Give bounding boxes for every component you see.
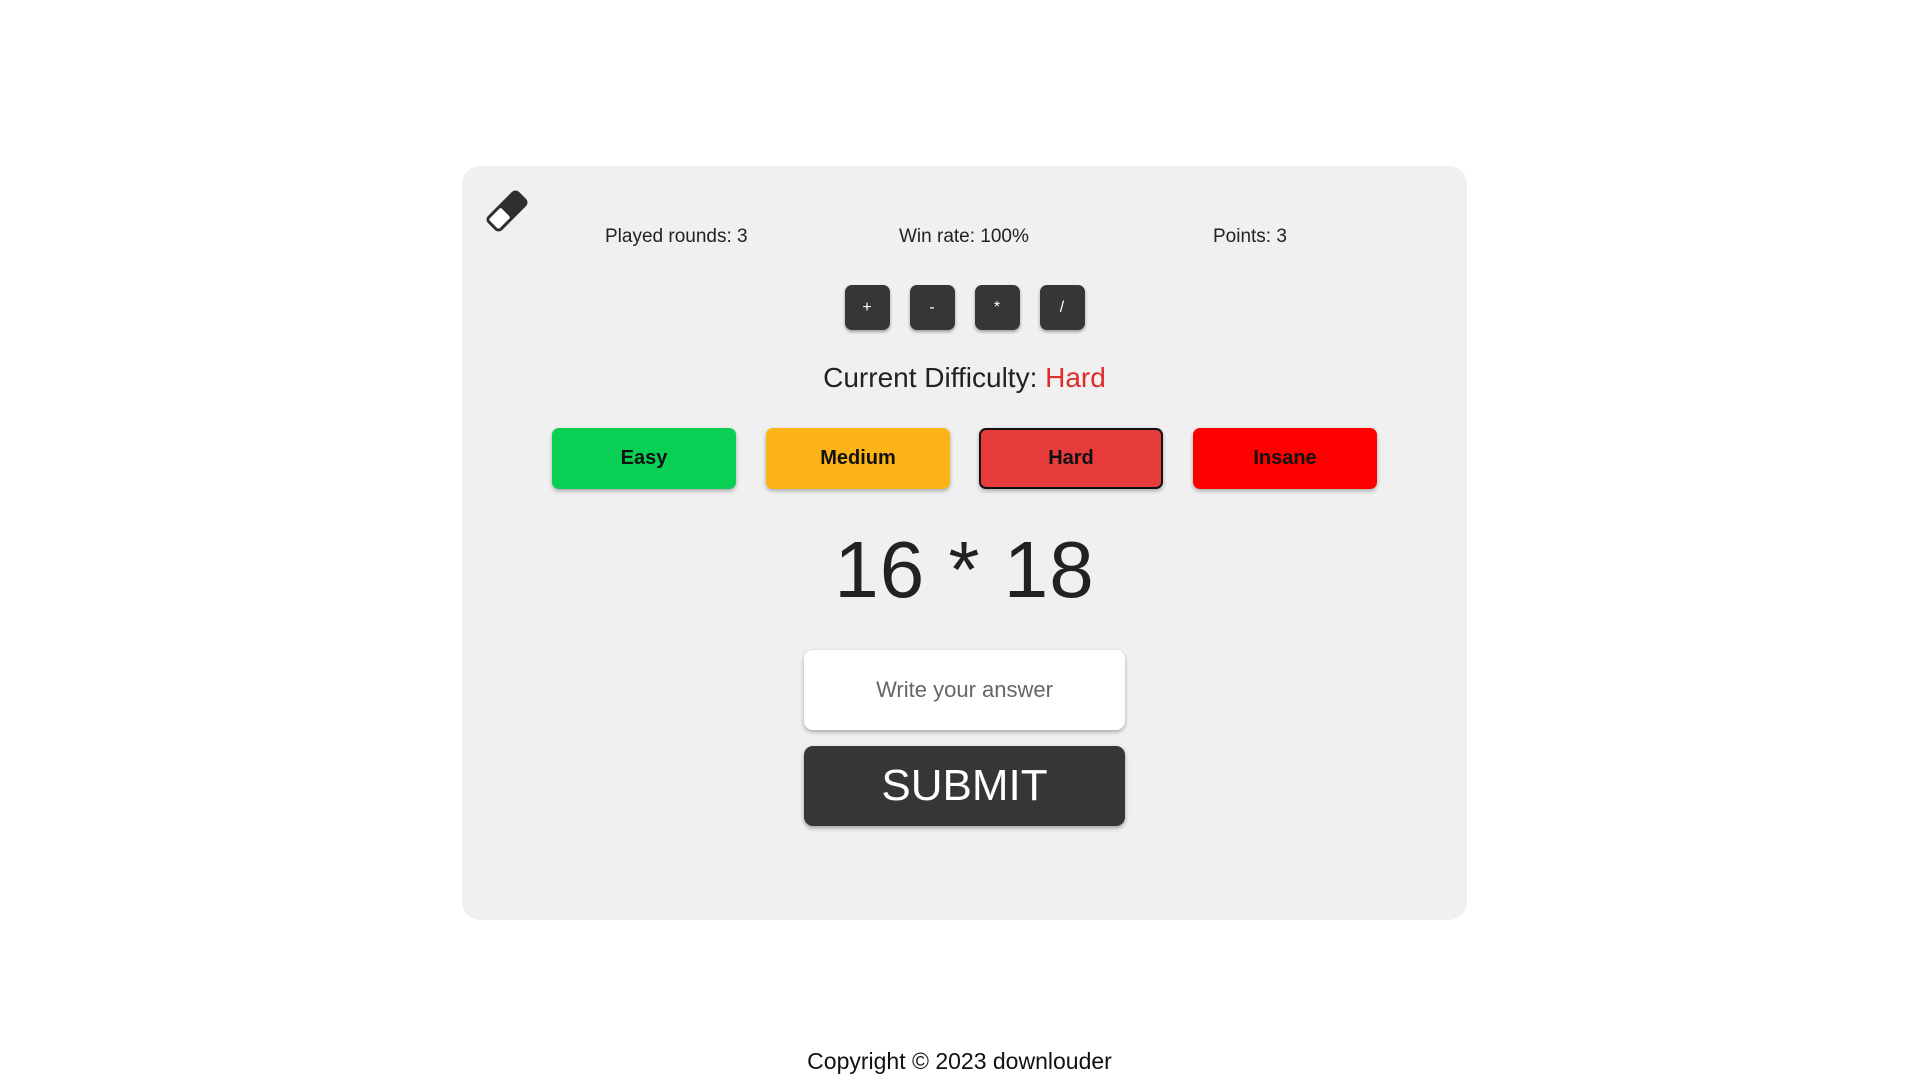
difficulty-label: Current Difficulty:: [823, 362, 1046, 393]
op-plus-button[interactable]: +: [844, 285, 890, 330]
op-divide-button[interactable]: /: [1039, 285, 1085, 330]
hard-button[interactable]: Hard: [979, 428, 1163, 489]
win-rate: Win rate: 100%: [899, 226, 1029, 247]
points: Points: 3: [1213, 226, 1287, 247]
difficulty-value: Hard: [1045, 362, 1106, 393]
submit-button[interactable]: SUBMIT: [804, 746, 1125, 826]
op-minus-button[interactable]: -: [909, 285, 955, 330]
difficulty-buttons: Easy Medium Hard Insane: [552, 428, 1378, 489]
played-rounds: Played rounds: 3: [605, 226, 748, 247]
stats-bar: Played rounds: 3 Win rate: 100% Points: …: [462, 226, 1467, 250]
medium-button[interactable]: Medium: [766, 428, 950, 489]
operation-buttons: + - * /: [462, 285, 1467, 330]
insane-button[interactable]: Insane: [1193, 428, 1377, 489]
easy-button[interactable]: Easy: [552, 428, 736, 489]
answer-input[interactable]: [804, 650, 1125, 730]
footer-copyright: Copyright © 2023 downlouder: [807, 1048, 1112, 1074]
current-difficulty: Current Difficulty: Hard: [462, 362, 1467, 394]
game-card: Played rounds: 3 Win rate: 100% Points: …: [462, 166, 1467, 920]
op-multiply-button[interactable]: *: [974, 285, 1020, 330]
math-problem: 16 * 18: [834, 525, 1095, 614]
